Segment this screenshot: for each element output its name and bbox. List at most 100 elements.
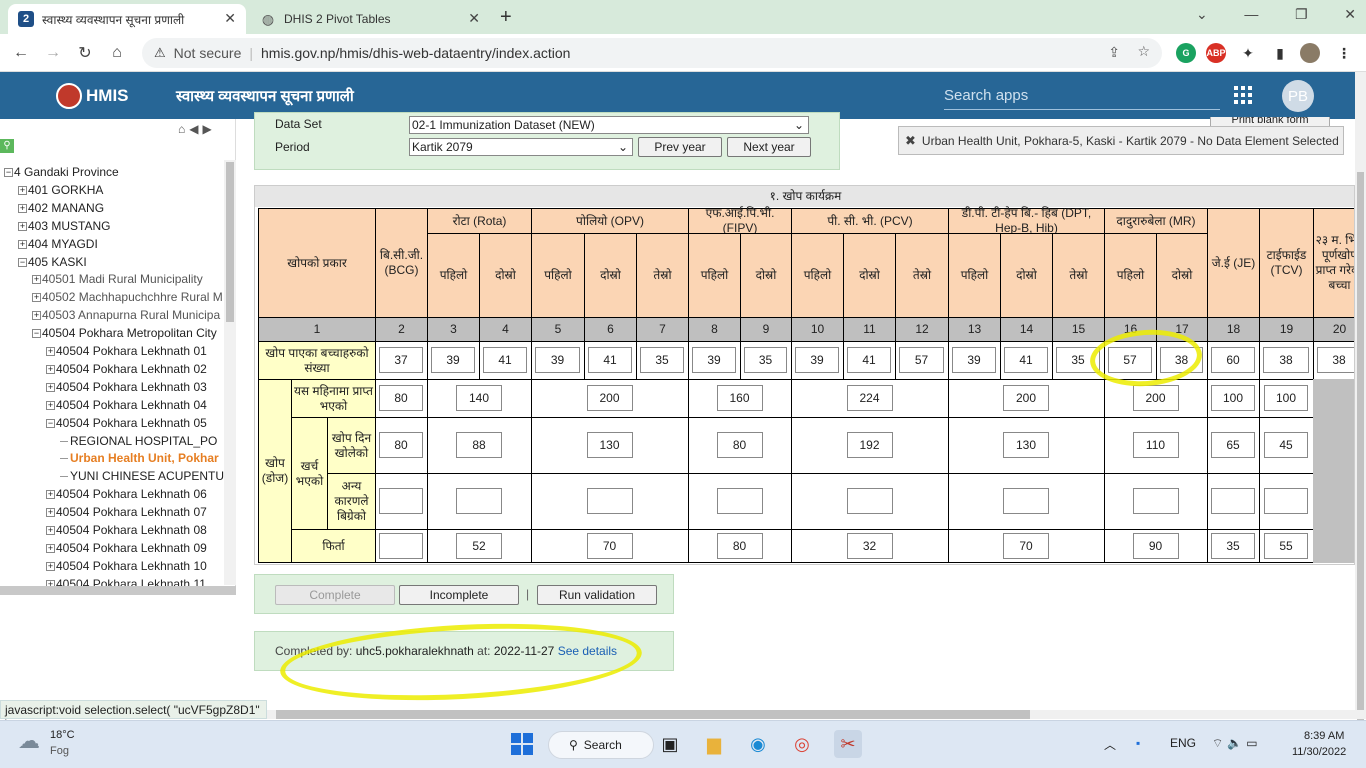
- data-input[interactable]: [1264, 488, 1308, 514]
- complete-button[interactable]: Complete: [275, 585, 395, 605]
- data-input[interactable]: 200: [586, 385, 633, 411]
- data-input[interactable]: 57: [899, 347, 944, 373]
- tree-item[interactable]: +401 GORKHA: [18, 183, 103, 197]
- share-icon[interactable]: ⇪: [1108, 44, 1120, 61]
- expand-icon[interactable]: +: [32, 275, 41, 285]
- next-year-button[interactable]: Next year: [727, 137, 811, 157]
- forward-icon[interactable]: →: [42, 42, 64, 64]
- expand-icon[interactable]: +: [18, 185, 27, 195]
- tree-item[interactable]: +40501 Madi Rural Municipality: [32, 272, 203, 286]
- data-input[interactable]: [586, 488, 633, 514]
- expand-icon[interactable]: +: [46, 526, 55, 535]
- tree-item[interactable]: REGIONAL HOSPITAL_PO: [60, 434, 217, 448]
- data-input[interactable]: 192: [846, 432, 893, 458]
- expand-icon[interactable]: +: [32, 293, 41, 303]
- data-input[interactable]: 38: [1317, 347, 1354, 373]
- home-icon[interactable]: ⌂: [106, 42, 128, 64]
- data-input[interactable]: 130: [586, 432, 633, 458]
- data-input[interactable]: 200: [1003, 385, 1049, 411]
- expand-icon[interactable]: +: [18, 203, 27, 213]
- data-input[interactable]: 39: [431, 347, 475, 373]
- back-icon[interactable]: ←: [10, 42, 32, 64]
- language-indicator[interactable]: ENG: [1170, 736, 1196, 750]
- page-horizontal-scrollbar[interactable]: [236, 710, 1366, 719]
- windows-start-icon[interactable]: [508, 730, 536, 758]
- data-input[interactable]: 130: [1003, 432, 1049, 458]
- tree-item[interactable]: +40504 Pokhara Lekhnath 02: [46, 362, 207, 376]
- expand-icon[interactable]: +: [32, 311, 41, 321]
- data-input[interactable]: 140: [456, 385, 502, 411]
- data-input[interactable]: 39: [952, 347, 996, 373]
- tree-nav-icons[interactable]: ⌂◀▶: [178, 122, 216, 136]
- expand-icon[interactable]: +: [46, 400, 55, 410]
- tree-item[interactable]: −405 KASKI: [18, 255, 87, 269]
- expand-icon[interactable]: +: [46, 347, 55, 356]
- tree-item[interactable]: +40502 Machhapuchchhre Rural M: [32, 290, 223, 304]
- data-input[interactable]: 80: [716, 432, 763, 458]
- tree-item[interactable]: +40504 Pokhara Lekhnath 06: [46, 487, 207, 501]
- expand-icon[interactable]: +: [46, 490, 55, 500]
- incomplete-button[interactable]: Incomplete: [399, 585, 519, 605]
- data-input[interactable]: 41: [588, 347, 632, 373]
- data-input[interactable]: 88: [456, 432, 502, 458]
- profile-icon[interactable]: [1300, 43, 1320, 63]
- data-input[interactable]: 37: [379, 347, 423, 373]
- clear-selection-icon[interactable]: ✖: [905, 133, 916, 149]
- tray-app-icon[interactable]: ▪: [1136, 736, 1140, 750]
- expand-icon[interactable]: +: [46, 364, 55, 374]
- data-input[interactable]: 70: [586, 532, 633, 559]
- edge-icon[interactable]: ◉: [744, 730, 772, 758]
- data-input[interactable]: 110: [1132, 432, 1179, 458]
- tree-item[interactable]: +40503 Annapurna Rural Municipa: [32, 308, 220, 322]
- apps-grid-icon[interactable]: [1234, 86, 1252, 104]
- data-input[interactable]: 65: [1211, 432, 1255, 458]
- data-input[interactable]: 35: [1211, 532, 1255, 559]
- tree-item[interactable]: +402 MANANG: [18, 201, 104, 215]
- tree-item[interactable]: +40504 Pokhara Lekhnath 10: [46, 559, 207, 573]
- page-vertical-scrollbar[interactable]: [1355, 72, 1366, 762]
- data-input[interactable]: 70: [1003, 532, 1049, 559]
- search-apps-input[interactable]: Search apps: [944, 84, 1220, 110]
- tree-item[interactable]: +40504 Pokhara Lekhnath 04: [46, 398, 207, 412]
- taskbar-search[interactable]: ⚲ Search: [548, 731, 654, 759]
- expand-icon[interactable]: +: [46, 508, 55, 518]
- data-input[interactable]: 224: [846, 385, 893, 411]
- data-input[interactable]: [1003, 488, 1049, 514]
- close-tab-icon[interactable]: ✕: [224, 10, 236, 27]
- tree-item[interactable]: +40504 Pokhara Lekhnath 01: [46, 344, 207, 358]
- collapse-icon[interactable]: −: [4, 168, 13, 177]
- new-tab-button[interactable]: +: [500, 6, 512, 29]
- tree-item[interactable]: +40504 Pokhara Lekhnath 07: [46, 505, 207, 519]
- search-icon[interactable]: ⚲: [0, 139, 14, 153]
- close-window-button[interactable]: ✕: [1344, 6, 1356, 23]
- data-input[interactable]: [1211, 488, 1255, 514]
- data-input[interactable]: 41: [483, 347, 527, 373]
- data-input[interactable]: 39: [795, 347, 839, 373]
- task-view-icon[interactable]: ▣: [656, 730, 684, 758]
- tree-item[interactable]: +403 MUSTANG: [18, 219, 110, 233]
- tree-horizontal-scrollbar[interactable]: [0, 586, 236, 595]
- data-input[interactable]: 100: [1211, 385, 1255, 411]
- data-input[interactable]: 200: [1132, 385, 1179, 411]
- data-input[interactable]: 38: [1263, 347, 1309, 373]
- adblock-icon[interactable]: ABP: [1206, 43, 1226, 63]
- grammarly-icon[interactable]: G: [1176, 43, 1196, 63]
- data-input[interactable]: 90: [1132, 532, 1179, 559]
- run-validation-button[interactable]: Run validation: [537, 585, 657, 605]
- tab-search-icon[interactable]: ⌄: [1196, 6, 1208, 23]
- tab-hmis[interactable]: 2 स्वास्थ्य व्यवस्थापन सूचना प्रणाली ✕: [8, 4, 246, 34]
- data-input[interactable]: 41: [847, 347, 891, 373]
- expand-icon[interactable]: +: [18, 239, 27, 249]
- data-input[interactable]: [716, 488, 763, 514]
- expand-icon[interactable]: +: [18, 221, 27, 231]
- reload-icon[interactable]: ↻: [74, 42, 96, 64]
- tree-item[interactable]: +40504 Pokhara Lekhnath 03: [46, 380, 207, 394]
- bookmark-star-icon[interactable]: ☆: [1137, 43, 1150, 60]
- data-input[interactable]: 35: [744, 347, 787, 373]
- dataset-select[interactable]: 02-1 Immunization Dataset (NEW) ⌄: [409, 116, 809, 134]
- data-input[interactable]: [1132, 488, 1179, 514]
- collapse-icon[interactable]: −: [18, 257, 27, 267]
- data-input[interactable]: 32: [846, 532, 893, 559]
- data-input[interactable]: 55: [1264, 532, 1308, 559]
- side-panel-icon[interactable]: ▮: [1270, 43, 1290, 63]
